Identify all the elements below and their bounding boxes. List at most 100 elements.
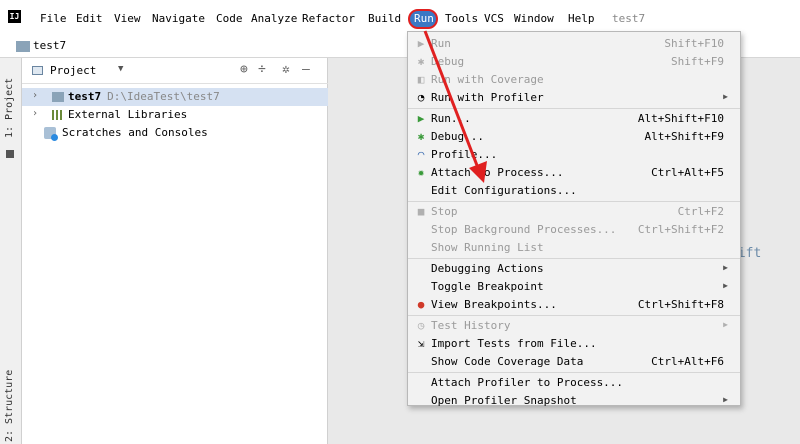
menu-item-shortcut: Ctrl+Alt+F5 <box>651 166 724 179</box>
menu-item-toggle-breakpoint[interactable]: Toggle Breakpoint ▶ <box>408 278 740 296</box>
menu-item-debugging-actions[interactable]: Debugging Actions ▶ <box>408 260 740 278</box>
menu-item-stop[interactable]: ■ Stop Ctrl+F2 <box>408 203 740 221</box>
menu-item-shortcut: Ctrl+Shift+F8 <box>637 298 724 311</box>
menu-separator <box>408 108 740 109</box>
menu-item-label: Debug <box>431 55 465 68</box>
project-folder-icon <box>16 41 30 52</box>
chevron-down-icon[interactable]: ▼ <box>118 64 123 74</box>
menu-item-shortcut: Shift+F10 <box>664 37 724 50</box>
menu-navigate[interactable]: Navigate <box>152 12 205 26</box>
module-folder-icon <box>52 92 64 102</box>
tool-tab-structure[interactable]: 2: Structure <box>4 370 15 442</box>
menu-item-run-with-coverage[interactable]: ◧ Run with Coverage <box>408 71 740 89</box>
tool-window-square-icon[interactable] <box>6 150 14 158</box>
profile-icon: ◠ <box>417 148 425 161</box>
tree-item-external-libraries[interactable]: › External Libraries <box>22 106 328 124</box>
menu-item-shortcut: Alt+Shift+F9 <box>644 130 724 143</box>
submenu-arrow-icon: ▶ <box>723 263 728 272</box>
menu-tools[interactable]: Tools <box>445 12 478 26</box>
menu-item-show-running-list[interactable]: Show Running List <box>408 239 740 257</box>
menu-item-label: Run... <box>431 112 471 125</box>
gear-icon[interactable]: ✲ <box>282 63 290 77</box>
hide-panel-icon[interactable]: — <box>302 63 310 77</box>
tree-item-project-root[interactable]: › test7 D:\IdeaTest\test7 <box>22 88 328 106</box>
menu-view[interactable]: View <box>114 12 141 26</box>
menu-item-label: Show Running List <box>431 241 544 254</box>
menu-item-run[interactable]: ▶ Run Shift+F10 <box>408 35 740 53</box>
tree-item-label: Scratches and Consoles <box>62 126 208 139</box>
menu-item-edit-configurations[interactable]: Edit Configurations... <box>408 182 740 200</box>
menu-item-label: Open Profiler Snapshot <box>431 394 577 407</box>
menu-item-label: Run with Coverage <box>431 73 544 86</box>
menu-file[interactable]: File <box>40 12 67 26</box>
menu-item-attach-to-process[interactable]: ✹ Attach to Process... Ctrl+Alt+F5 <box>408 164 740 182</box>
menu-item-label: Profile... <box>431 148 498 161</box>
attach-icon: ✹ <box>417 166 425 179</box>
menu-separator <box>408 201 740 202</box>
menu-build[interactable]: Build <box>368 12 401 26</box>
menu-item-label: Import Tests from File... <box>431 337 597 350</box>
chevron-right-icon[interactable]: › <box>32 108 38 119</box>
menu-item-debug[interactable]: ✱ Debug Shift+F9 <box>408 53 740 71</box>
debug-icon: ✱ <box>417 130 425 143</box>
menu-window[interactable]: Window <box>514 12 554 26</box>
menu-help[interactable]: Help <box>568 12 595 26</box>
menu-item-profile[interactable]: ◠ Profile... <box>408 146 740 164</box>
menu-run[interactable]: Run <box>414 12 434 26</box>
submenu-arrow-icon: ▶ <box>723 320 728 329</box>
menu-edit[interactable]: Edit <box>76 12 103 26</box>
libraries-icon <box>52 110 64 120</box>
tree-item-label: test7 <box>68 90 102 103</box>
tree-item-scratches[interactable]: Scratches and Consoles <box>22 124 328 142</box>
breadcrumb-project[interactable]: test7 <box>33 39 66 52</box>
tool-tab-project[interactable]: 1: Project <box>4 68 15 138</box>
project-view-icon <box>32 66 43 75</box>
submenu-arrow-icon: ▶ <box>723 281 728 290</box>
menu-item-shortcut: Ctrl+Shift+F2 <box>637 223 724 236</box>
intellij-logo-icon: IJ <box>8 10 21 23</box>
menu-item-label: Attach Profiler to Process... <box>431 376 624 389</box>
breakpoints-icon: ● <box>417 298 425 311</box>
project-tool-window: Project ▼ ⊕ ÷ ✲ — › test7 D:\IdeaTest\tes… <box>22 58 328 444</box>
menu-vcs[interactable]: VCS <box>484 12 504 26</box>
menu-item-show-coverage-data[interactable]: Show Code Coverage Data Ctrl+Alt+F6 <box>408 353 740 371</box>
import-icon: ⇲ <box>417 337 425 350</box>
menu-item-stop-background[interactable]: Stop Background Processes... Ctrl+Shift+… <box>408 221 740 239</box>
submenu-arrow-icon: ▶ <box>723 395 728 404</box>
menu-item-label: Attach to Process... <box>431 166 564 179</box>
stop-icon: ■ <box>417 205 425 218</box>
menu-code[interactable]: Code <box>216 12 243 26</box>
coverage-icon: ◧ <box>417 73 425 86</box>
menu-item-run-with-profiler[interactable]: ◔ Run with Profiler ▶ <box>408 89 740 107</box>
menu-item-label: Show Code Coverage Data <box>431 355 584 368</box>
menu-refactor[interactable]: Refactor <box>302 12 355 26</box>
menu-item-attach-profiler[interactable]: Attach Profiler to Process... <box>408 374 740 392</box>
menu-item-shortcut: Alt+Shift+F10 <box>637 112 724 125</box>
menu-item-view-breakpoints[interactable]: ● View Breakpoints... Ctrl+Shift+F8 <box>408 296 740 314</box>
left-tool-window-strip: 1: Project 2: Structure <box>0 58 22 444</box>
menu-item-debug-dialog[interactable]: ✱ Debug... Alt+Shift+F9 <box>408 128 740 146</box>
collapse-all-icon[interactable]: ÷ <box>258 63 266 77</box>
submenu-arrow-icon: ▶ <box>723 92 728 101</box>
chevron-right-icon[interactable]: › <box>32 90 38 101</box>
project-panel-header: Project ▼ ⊕ ÷ ✲ — <box>22 58 328 84</box>
menu-item-open-profiler-snapshot[interactable]: Open Profiler Snapshot ▶ <box>408 392 740 410</box>
debug-icon: ✱ <box>417 55 425 68</box>
menu-item-shortcut: Ctrl+F2 <box>677 205 724 218</box>
menu-item-import-tests[interactable]: ⇲ Import Tests from File... <box>408 335 740 353</box>
menu-item-label: Test History <box>431 319 511 332</box>
menu-item-shortcut: Shift+F9 <box>671 55 724 68</box>
project-view-selector[interactable]: Project <box>50 64 96 77</box>
menu-separator <box>408 315 740 316</box>
menu-analyze[interactable]: Analyze <box>251 12 297 26</box>
run-icon: ▶ <box>417 112 425 125</box>
menu-item-shortcut: Ctrl+Alt+F6 <box>651 355 724 368</box>
locate-file-icon[interactable]: ⊕ <box>240 63 248 77</box>
menu-item-label: Stop <box>431 205 458 218</box>
scratches-badge-icon <box>51 134 58 141</box>
run-dropdown-menu: ▶ Run Shift+F10 ✱ Debug Shift+F9 ◧ Run w… <box>407 31 741 407</box>
menu-item-label: Edit Configurations... <box>431 184 577 197</box>
run-icon: ▶ <box>417 37 425 50</box>
menu-item-run-dialog[interactable]: ▶ Run... Alt+Shift+F10 <box>408 110 740 128</box>
menu-item-test-history[interactable]: ◷ Test History ▶ <box>408 317 740 335</box>
